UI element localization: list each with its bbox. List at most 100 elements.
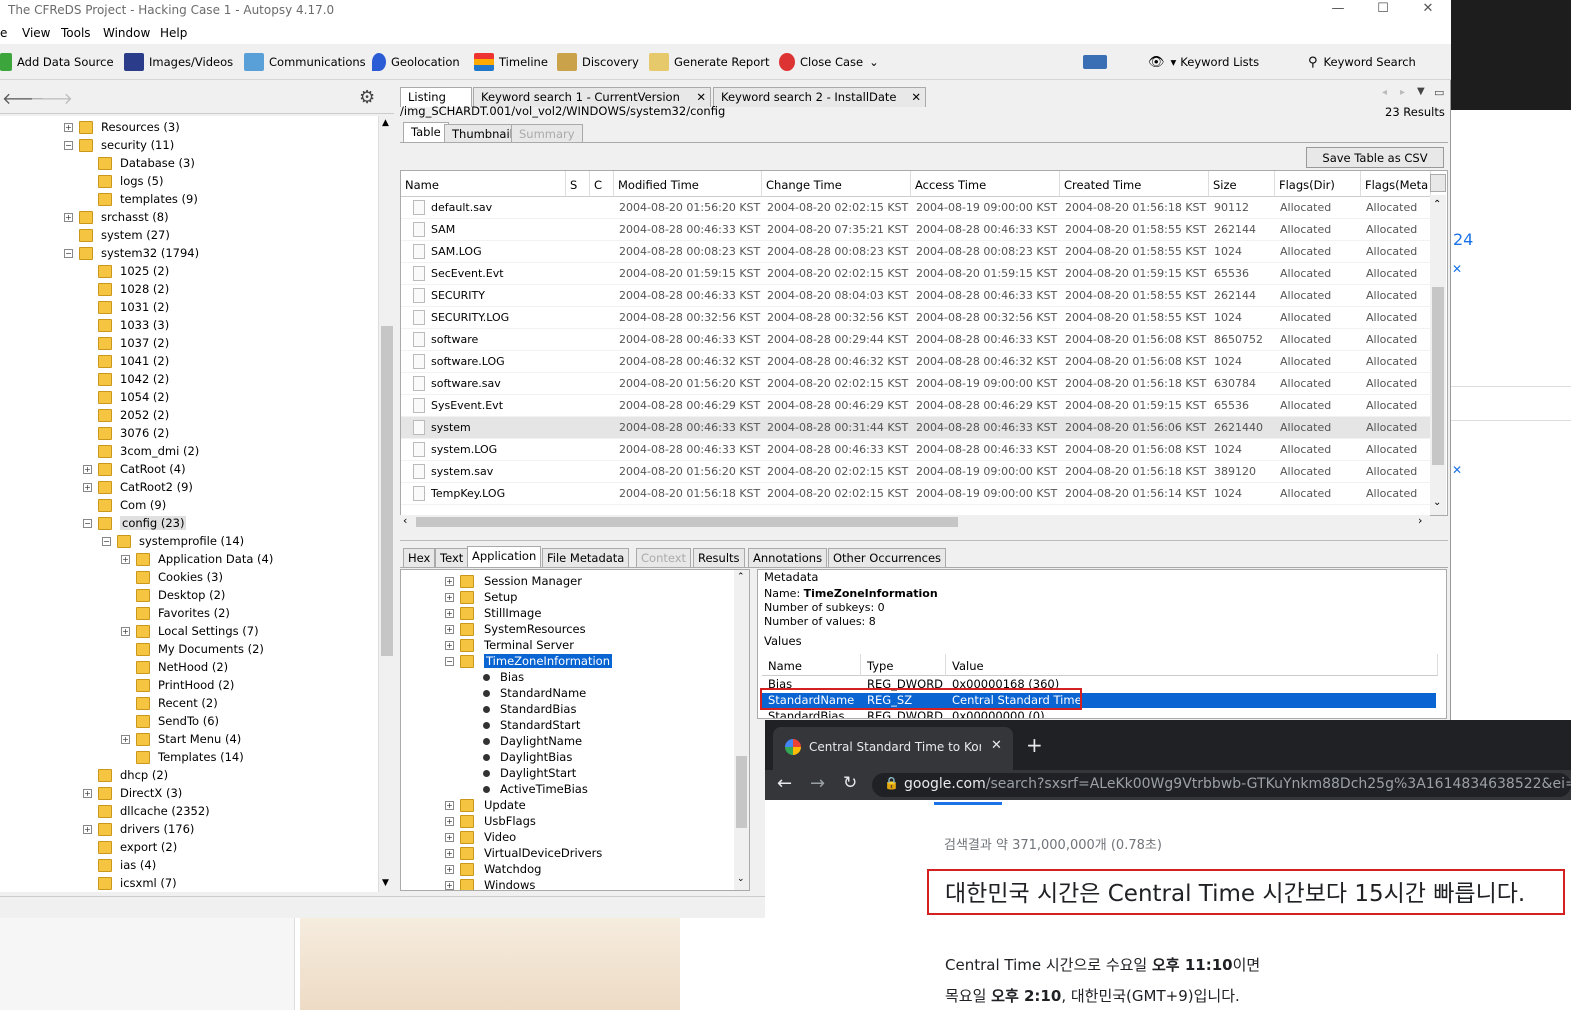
new-tab-icon[interactable]: + [1026,733,1043,757]
registry-node[interactable]: + VirtualDeviceDrivers [445,845,602,861]
scroll-down-icon[interactable]: ⌄ [1433,497,1441,508]
registry-node[interactable]: StandardStart [483,717,580,733]
tree-node[interactable]: Com (9) [83,496,166,514]
table-row[interactable]: SAM 2004-08-28 00:46:33 KST 2004-08-20 07:… [401,219,1431,241]
expand-icon[interactable]: + [83,788,92,798]
tree-node[interactable]: Recent (2) [121,694,218,712]
registry-node[interactable]: + StillImage [445,605,541,621]
close-window-button[interactable]: ✕ [1405,0,1451,22]
viewer-tab[interactable]: Text [435,548,469,568]
tree-node[interactable]: dhcp (2) [83,766,168,784]
close-icon[interactable]: ✕ [911,90,921,104]
tree-node[interactable]: dllcache (2352) [83,802,210,820]
registry-node[interactable]: + Session Manager [445,573,582,589]
registry-node[interactable]: + Video [445,829,516,845]
keyword-lists-button[interactable]: 👁 ▾ Keyword Lists [1148,52,1259,72]
column-header[interactable]: Change Time [762,171,911,197]
registry-node[interactable]: + Watchdog [445,861,541,877]
tab-scroll-left-icon[interactable]: ◂ [1382,87,1387,98]
tree-node[interactable]: logs (5) [83,172,163,190]
column-header-name[interactable]: Name [762,654,861,676]
expand-icon[interactable]: + [121,626,130,636]
expand-icon[interactable]: + [64,122,73,132]
registry-node[interactable]: ActiveTimeBias [483,781,588,797]
tree-node[interactable]: − systemprofile (14) [102,532,244,550]
table-row[interactable]: system.sav 2004-08-20 01:56:20 KST 2004-08… [401,461,1431,483]
save-table-csv-button[interactable]: Save Table as CSV [1306,147,1444,168]
tree-node[interactable]: Templates (14) [121,748,244,766]
column-header[interactable]: S [566,171,590,197]
registry-node[interactable]: DaylightName [483,733,582,749]
viewer-tab[interactable]: Results [693,548,745,568]
maximize-panel-icon[interactable]: ▭ [1434,86,1444,99]
tree-node[interactable]: + CatRoot (4) [83,460,186,478]
tree-node[interactable]: + DirectX (3) [83,784,182,802]
menu-help[interactable]: Help [160,26,187,40]
menu-file[interactable]: e [0,26,7,40]
images-videos-button[interactable]: Images/Videos [124,52,233,72]
column-header[interactable]: Access Time [911,171,1060,197]
column-header[interactable]: Created Time [1060,171,1209,197]
tree-node[interactable]: 1028 (2) [83,280,169,298]
collapse-icon[interactable]: − [102,536,111,546]
table-row[interactable]: TempKey.LOG 2004-08-20 01:56:18 KST 2004-0… [401,483,1431,505]
registry-tree-scrollbar[interactable]: ⌃ ⌄ [734,570,749,890]
scroll-left-icon[interactable]: ‹ [403,514,407,527]
registry-node[interactable]: + Windows [445,877,535,890]
tab-dropdown-icon[interactable]: ▼ [1417,86,1425,97]
tree-node[interactable]: 1037 (2) [83,334,169,352]
expand-icon[interactable]: + [83,464,92,474]
registry-node[interactable]: + Update [445,797,526,813]
tree-node[interactable]: + drivers (176) [83,820,194,838]
table-scrollbar[interactable]: ⌃ ⌄ [1430,195,1446,515]
table-row[interactable]: system 2004-08-28 00:46:33 KST 2004-08-28 … [401,417,1431,439]
column-header[interactable]: Flags(Dir) [1275,171,1361,197]
maximize-button[interactable]: ☐ [1360,0,1406,22]
expand-icon[interactable]: + [445,800,454,810]
expand-icon[interactable]: + [445,576,454,586]
tree-node[interactable]: SendTo (6) [121,712,219,730]
collapse-icon[interactable]: − [83,518,92,528]
close-icon[interactable]: ✕ [1452,463,1462,477]
tree-node[interactable]: + Application Data (4) [121,550,273,568]
address-bar[interactable]: 🔒 google.com/search?sxsrf=ALeKk00Wg9Vtrbb… [872,773,1571,797]
tree-node[interactable]: − security (11) [64,136,174,154]
tree-node[interactable]: NetHood (2) [121,658,228,676]
expand-icon[interactable]: + [121,734,130,744]
geolocation-button[interactable]: Geolocation [372,52,460,72]
tree-node[interactable]: My Documents (2) [121,640,264,658]
scroll-thumb[interactable] [381,326,393,656]
table-row[interactable]: software 2004-08-28 00:46:33 KST 2004-08-2… [401,329,1431,351]
minimize-button[interactable]: — [1315,0,1361,22]
tree-node[interactable]: export (2) [83,838,177,856]
menu-tools[interactable]: Tools [61,26,91,40]
scroll-thumb[interactable] [416,517,958,527]
tab-summary[interactable]: Summary [511,124,583,142]
registry-node[interactable]: StandardBias [483,701,576,717]
keyword-search-button[interactable]: ⚲ Keyword Search [1308,52,1416,72]
scroll-thumb[interactable] [736,756,747,828]
tree-node[interactable]: Cookies (3) [121,568,223,586]
column-header-type[interactable]: Type [861,654,946,676]
tree-node[interactable]: + Local Settings (7) [121,622,259,640]
viewer-tab[interactable]: Annotations [748,548,828,568]
tree-node[interactable]: 1054 (2) [83,388,169,406]
tree-node[interactable]: 2052 (2) [83,406,169,424]
registry-node[interactable]: − TimeZoneInformation [445,653,612,669]
tree-node[interactable]: − config (23) [83,514,187,532]
expand-icon[interactable]: + [445,848,454,858]
table-row[interactable]: SAM.LOG 2004-08-28 00:08:23 KST 2004-08-28… [401,241,1431,263]
close-case-button[interactable]: Close Case ⌄ [779,52,879,72]
tree-node[interactable]: 3076 (2) [83,424,169,442]
registry-node[interactable]: DaylightStart [483,765,576,781]
browser-tab[interactable]: Central Standard Time to Korea ✕ [773,727,1013,770]
back-arrow-icon[interactable]: ← [777,773,792,794]
viewer-tab[interactable]: File Metadata [542,548,630,568]
expand-icon[interactable]: + [445,816,454,826]
add-data-source-button[interactable]: Add Data Source [0,52,114,72]
tree-node[interactable]: 1033 (3) [83,316,169,334]
scroll-up-icon[interactable]: ⌃ [1433,199,1441,210]
scroll-thumb[interactable] [1432,287,1444,465]
table-row[interactable]: SysEvent.Evt 2004-08-28 00:46:29 KST 2004-… [401,395,1431,417]
column-header[interactable]: Flags(Meta [1361,171,1431,197]
